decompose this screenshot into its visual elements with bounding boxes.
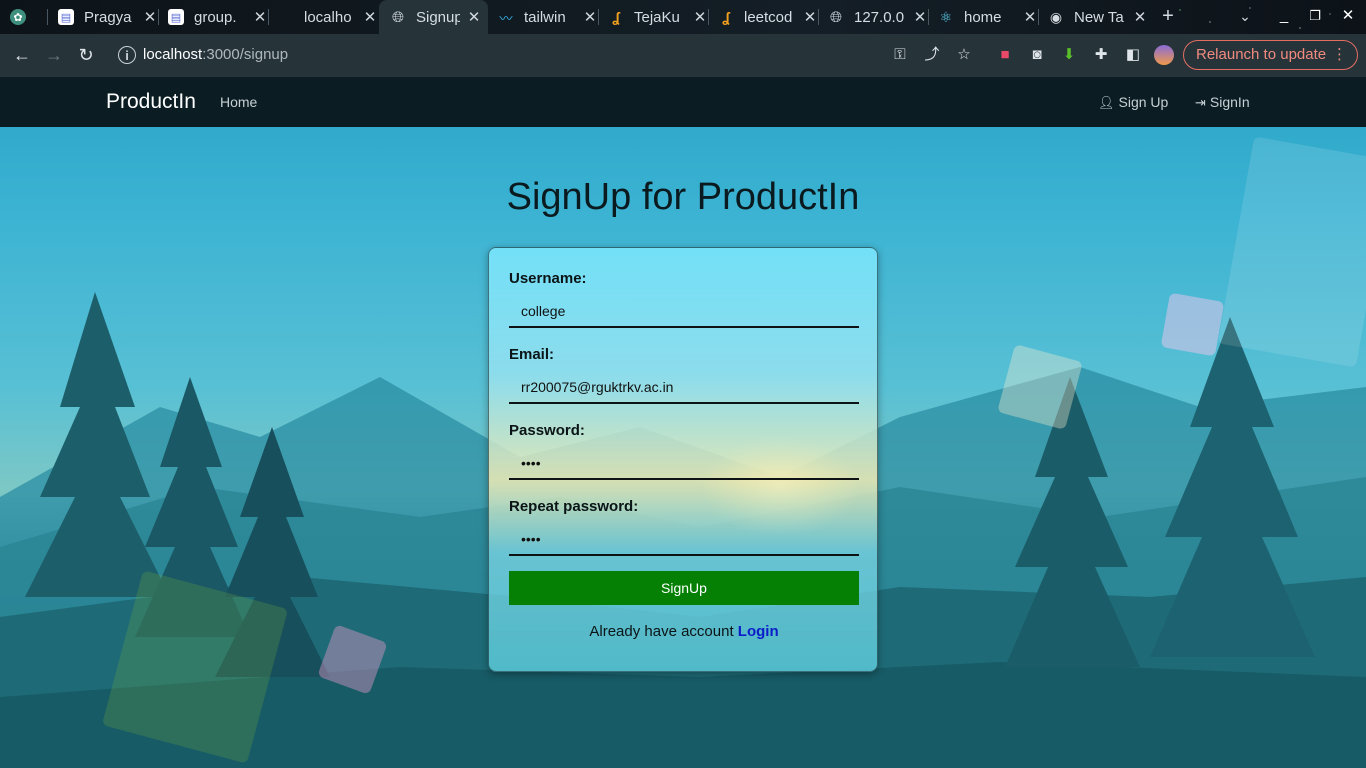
- tab-label: home: [964, 8, 1002, 26]
- tab-label: Signup: [416, 8, 460, 26]
- minimize-icon[interactable]: _: [1274, 6, 1294, 26]
- user-icon: 👤︎: [1098, 95, 1115, 110]
- close-icon[interactable]: ✕: [1022, 8, 1038, 26]
- tab-label: New Ta: [1074, 8, 1124, 26]
- globe-icon: 🌐︎: [829, 8, 842, 26]
- back-icon[interactable]: ←: [10, 43, 34, 67]
- nav-home-link[interactable]: Home: [220, 93, 257, 111]
- url-host: localhost: [143, 46, 203, 63]
- nav-signin-label: SignIn: [1209, 94, 1250, 110]
- react-icon: ⚛: [939, 8, 953, 25]
- tab-chatgpt[interactable]: ✿: [10, 0, 48, 34]
- site-navbar: ProductIn Home 👤︎ Sign Up ⇥ SignIn: [0, 77, 1366, 127]
- tab-label: 127.0.0: [854, 8, 905, 26]
- forward-icon[interactable]: →: [42, 43, 66, 67]
- chrome-icon: ◉: [1049, 8, 1063, 25]
- side-panel-icon[interactable]: ◧: [1123, 45, 1143, 65]
- signup-submit-button[interactable]: SignUp: [509, 571, 859, 605]
- login-prompt: Already have account Login: [489, 622, 877, 642]
- brand-logo-text[interactable]: ProductIn: [106, 89, 196, 115]
- tab-pragya[interactable]: ▤ Pragya ✕: [58, 0, 159, 34]
- close-window-icon[interactable]: ✕: [1338, 6, 1358, 26]
- nav-signin-link[interactable]: ⇥ SignIn: [1195, 93, 1250, 112]
- tab-127[interactable]: 🌐︎ 127.0.0 ✕: [828, 0, 929, 34]
- extension-recorder-icon[interactable]: ◙: [1027, 45, 1047, 65]
- password-label: Password:: [509, 422, 585, 439]
- doc-icon: ▤: [58, 9, 74, 25]
- username-input[interactable]: [509, 296, 859, 328]
- close-icon[interactable]: ✕: [466, 8, 482, 26]
- extension-download-icon[interactable]: ⬇: [1059, 45, 1079, 65]
- reload-icon[interactable]: ↻: [74, 43, 98, 67]
- extensions-puzzle-icon[interactable]: ✚: [1091, 45, 1111, 65]
- page-viewport: ProductIn Home 👤︎ Sign Up ⇥ SignIn SignUp …: [0, 77, 1366, 768]
- tab-new-tab[interactable]: ◉ New Ta ✕: [1048, 0, 1148, 34]
- blank-favicon-icon: [278, 9, 294, 25]
- tab-tejaku[interactable]: ʆ TejaKu ✕: [608, 0, 709, 34]
- key-icon[interactable]: ⚿: [890, 45, 910, 65]
- password-input[interactable]: [509, 448, 859, 480]
- tab-localhost[interactable]: localho ✕: [278, 0, 378, 34]
- tab-label: Pragya: [84, 8, 132, 26]
- nav-signup-label: Sign Up: [1118, 94, 1169, 110]
- email-label: Email:: [509, 346, 555, 363]
- tab-label: leetcod: [744, 8, 793, 26]
- extension-screenshot-icon[interactable]: ■: [995, 45, 1015, 65]
- site-info-icon[interactable]: i: [118, 46, 136, 64]
- tab-signup-active[interactable]: 🌐︎ Signup ✕: [379, 0, 488, 34]
- doc-icon: ▤: [168, 9, 184, 25]
- close-icon[interactable]: ✕: [912, 8, 928, 26]
- tab-label: TejaKu: [634, 8, 680, 26]
- tab-label: group.: [194, 8, 237, 26]
- close-icon[interactable]: ✕: [142, 8, 158, 26]
- email-input[interactable]: [509, 372, 859, 404]
- bokeh-decoration: [1160, 292, 1225, 357]
- login-prompt-text: Already have account: [589, 623, 734, 640]
- tab-tailwind[interactable]: 〰 tailwin ✕: [498, 0, 599, 34]
- url-path: :3000/signup: [202, 46, 289, 63]
- close-icon[interactable]: ✕: [582, 8, 598, 26]
- tab-label: tailwin: [524, 8, 566, 26]
- restore-icon[interactable]: ❐: [1305, 6, 1325, 26]
- more-menu-icon[interactable]: ⋮: [1332, 41, 1347, 69]
- globe-icon: 🌐︎: [391, 8, 404, 26]
- tab-group[interactable]: ▤ group. ✕: [168, 0, 269, 34]
- signup-form-card: Username: Email: Password: Repeat passwo…: [488, 247, 878, 672]
- repeat-password-input[interactable]: [509, 524, 859, 556]
- close-icon[interactable]: ✕: [802, 8, 818, 26]
- tab-label: localho: [304, 8, 352, 26]
- tailwind-icon: 〰: [499, 10, 513, 26]
- profile-avatar[interactable]: [1154, 45, 1174, 65]
- username-label: Username:: [509, 270, 587, 287]
- share-icon[interactable]: ⤴: [922, 45, 942, 65]
- tab-search-chevron-icon[interactable]: ⌄: [1236, 6, 1254, 26]
- new-tab-button[interactable]: +: [1158, 6, 1178, 26]
- repeat-password-label: Repeat password:: [509, 498, 639, 515]
- close-icon[interactable]: ✕: [1132, 8, 1148, 26]
- leetcode-icon: ʆ: [612, 9, 620, 25]
- close-icon[interactable]: ✕: [362, 8, 378, 26]
- sign-in-icon: ⇥: [1195, 95, 1206, 110]
- openai-icon: ✿: [10, 9, 26, 25]
- tab-home[interactable]: ⚛ home ✕: [938, 0, 1039, 34]
- relaunch-label: Relaunch to update: [1196, 46, 1327, 63]
- tab-strip: ✿ ▤ Pragya ✕ ▤ group. ✕ localho ✕ 🌐︎ Sig…: [0, 0, 1366, 34]
- tab-leetcode[interactable]: ʆ leetcod ✕: [718, 0, 819, 34]
- url-text[interactable]: localhost:3000/signup: [143, 46, 288, 64]
- page-title: SignUp for ProductIn: [506, 176, 860, 218]
- leetcode-icon: ʆ: [722, 9, 730, 25]
- bookmark-star-icon[interactable]: ☆: [954, 45, 974, 65]
- relaunch-to-update-button[interactable]: Relaunch to update ⋮: [1183, 40, 1358, 70]
- nav-signup-link[interactable]: 👤︎ Sign Up: [1098, 93, 1168, 112]
- close-icon[interactable]: ✕: [692, 8, 708, 26]
- login-link[interactable]: Login: [738, 623, 779, 640]
- close-icon[interactable]: ✕: [252, 8, 268, 26]
